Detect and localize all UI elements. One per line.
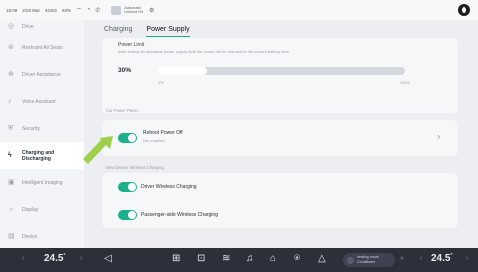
charging-icon: ϟ [8, 151, 12, 159]
user-avatar[interactable] [458, 4, 470, 16]
driver-wireless-toggle[interactable] [118, 182, 137, 192]
sidebar-item-label: Drive [22, 24, 34, 30]
music-icon[interactable]: ♫ [246, 253, 254, 264]
settings-icon[interactable]: ⚙ [149, 7, 154, 14]
chevron-left-icon-right[interactable]: ‹ [420, 255, 422, 262]
settings-sidebar: ◎ Drive ⊜ Restraint All Seats ⊕ Driver A… [0, 20, 84, 248]
driver-wireless-label: Driver Wireless Charging [141, 184, 197, 190]
temperature-unit: ° [63, 253, 66, 259]
tab-power-supply[interactable]: Power Supply [146, 26, 190, 37]
sidebar-item-label: Voice Assistant [22, 98, 56, 105]
power-limit-slider[interactable] [158, 67, 405, 75]
device-icon: ▤ [8, 232, 15, 240]
power-limit-card: Power Limit After setting an allowable p… [102, 38, 458, 113]
display-icon: ☼ [8, 205, 15, 213]
sidebar-item-label: Device [22, 233, 38, 240]
sidebar-item-restraint[interactable]: ⊜ Restraint All Seats [0, 34, 84, 61]
sidebar-item-label: Restraint All Seats [22, 44, 63, 51]
sidebar-item-device[interactable]: ▤ Device [0, 223, 84, 248]
power-limit-label: Power Limit [118, 42, 145, 48]
media-subtitle: Unlined Hit [124, 10, 143, 14]
more-icon[interactable]: » [400, 255, 404, 262]
passenger-wireless-label: Passenger-side Wireless Charging [141, 212, 218, 218]
main-panel: Charging Power Supply Power Limit After … [84, 20, 478, 248]
power-limit-description: After setting an allowable power supply … [118, 49, 290, 54]
reboot-power-off-title: Reboot Power Off [143, 130, 183, 136]
battery: 93% [62, 7, 72, 13]
shield-icon: ⛨ [8, 124, 14, 132]
status-bar: 16:09 2/28 Mar 4G5G 93% ⌔ ◔ ✆ Automatic … [0, 0, 478, 20]
phone-icon: ✆ [95, 7, 101, 14]
wifi-icon: ⌔ [76, 8, 82, 14]
slider-min-label: 0% [158, 81, 164, 85]
section-label-power-panel: Car Power Panel [106, 108, 138, 113]
sidebar-item-display[interactable]: ☼ Display [0, 196, 84, 223]
reboot-power-off-subtitle: Not enabled [143, 138, 165, 143]
tab-bar: Charging Power Supply [104, 26, 204, 37]
sidebar-item-label: Driver Assistance [22, 71, 61, 78]
album-art [111, 5, 122, 15]
fan-icon[interactable]: ≋ [222, 253, 230, 264]
network: 4G5G [45, 7, 58, 13]
steering-icon: ◎ [8, 23, 15, 30]
voice-icon: ♪ [8, 97, 12, 105]
media-widget[interactable]: Automatic Unlined Hit [111, 5, 143, 15]
home-icon[interactable]: ⌂ [270, 253, 276, 264]
signal-tower-icon[interactable]: ⍟ [294, 253, 300, 264]
power-limit-value: 30% [118, 67, 132, 74]
chevron-right-icon[interactable]: › [80, 255, 82, 262]
tab-charging[interactable]: Charging [104, 26, 132, 37]
driver-temperature[interactable]: 24.5° [44, 253, 65, 264]
climate-check-icon [347, 256, 354, 264]
sidebar-item-label: Security [22, 125, 41, 132]
wireless-charging-card: Driver Wireless Charging Passenger-side … [102, 173, 458, 228]
time: 16:09 [6, 7, 18, 13]
temperature-unit: ° [450, 253, 453, 259]
sidebar-item-driver-assistance[interactable]: ⊕ Driver Assistance [0, 61, 84, 88]
sidebar-item-label: Charging and Discharging [22, 149, 55, 162]
climate-mode-button[interactable]: heating mode Conditioner [343, 253, 395, 267]
sidebar-item-security[interactable]: ⛨ Security [0, 115, 84, 142]
navigation-icon[interactable]: △ [318, 253, 326, 264]
slider-max-label: 100% [400, 81, 410, 85]
signal-icon: ◔ [86, 7, 91, 13]
assist-icon: ⊕ [8, 70, 14, 78]
reboot-power-off-row[interactable]: Reboot Power Off Not enabled › [102, 120, 458, 156]
sidebar-item-drive[interactable]: ◎ Drive [0, 20, 84, 34]
chevron-left-icon[interactable]: ‹ [22, 255, 24, 262]
bottom-control-bar: ‹ 24.5° › ◁ ⊞ ⊡ ≋ ♫ ⌂ ⍟ △ heating mode C… [0, 248, 478, 272]
apps-icon[interactable]: ⊞ [172, 253, 180, 264]
volume-icon[interactable]: ◁ [104, 253, 112, 264]
chevron-right-icon-right[interactable]: › [466, 255, 468, 262]
highlight-arrow-icon [83, 136, 113, 164]
climate-mode-line2: Conditioner [357, 259, 376, 264]
sidebar-item-label: Display [22, 206, 39, 213]
passenger-temperature[interactable]: 24.5° [431, 253, 452, 264]
driver-temperature-value: 24.5 [44, 253, 64, 264]
passenger-wireless-toggle[interactable] [118, 210, 137, 220]
sidebar-item-voice-assistant[interactable]: ♪ Voice Assistant [0, 88, 84, 115]
slider-fill [158, 67, 208, 75]
sidebar-item-label: Intelligent Imaging [22, 179, 63, 186]
date: 2/28 Mar [22, 7, 41, 13]
camera-icon: ▣ [8, 178, 15, 186]
sidebar-item-intelligent-imaging[interactable]: ▣ Intelligent Imaging [0, 169, 84, 196]
sidebar-item-charging[interactable]: ϟ Charging and Discharging [0, 142, 84, 169]
car-icon[interactable]: ⊡ [197, 253, 205, 264]
seat-icon: ⊜ [8, 43, 14, 51]
chevron-right-icon: › [437, 132, 440, 141]
passenger-temperature-value: 24.5 [431, 253, 451, 264]
